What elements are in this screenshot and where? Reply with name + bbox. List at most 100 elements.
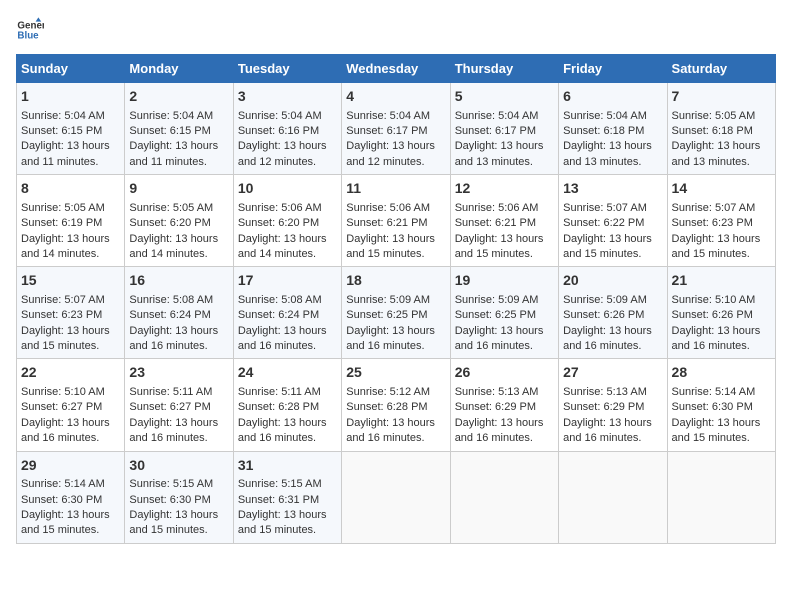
sunset-text: Sunset: 6:24 PM (238, 309, 319, 321)
day-number: 30 (129, 456, 228, 476)
calendar-table: SundayMondayTuesdayWednesdayThursdayFrid… (16, 54, 776, 544)
header-cell-thursday: Thursday (450, 55, 558, 83)
calendar-cell: 29 Sunrise: 5:14 AM Sunset: 6:30 PM Dayl… (17, 451, 125, 543)
sunrise-text: Sunrise: 5:07 AM (21, 294, 105, 306)
sunset-text: Sunset: 6:22 PM (563, 217, 644, 229)
sunset-text: Sunset: 6:25 PM (455, 309, 536, 321)
day-number: 19 (455, 271, 554, 291)
calendar-cell (342, 451, 450, 543)
calendar-cell: 15 Sunrise: 5:07 AM Sunset: 6:23 PM Dayl… (17, 267, 125, 359)
sunset-text: Sunset: 6:20 PM (238, 217, 319, 229)
sunset-text: Sunset: 6:28 PM (346, 401, 427, 413)
daylight-text: Daylight: 13 hoursand 15 minutes. (238, 509, 327, 536)
calendar-cell: 26 Sunrise: 5:13 AM Sunset: 6:29 PM Dayl… (450, 359, 558, 451)
sunrise-text: Sunrise: 5:05 AM (672, 110, 756, 122)
day-number: 25 (346, 363, 445, 383)
day-number: 17 (238, 271, 337, 291)
sunset-text: Sunset: 6:26 PM (563, 309, 644, 321)
sunrise-text: Sunrise: 5:06 AM (455, 202, 539, 214)
sunset-text: Sunset: 6:25 PM (346, 309, 427, 321)
calendar-cell: 24 Sunrise: 5:11 AM Sunset: 6:28 PM Dayl… (233, 359, 341, 451)
sunrise-text: Sunrise: 5:04 AM (346, 110, 430, 122)
daylight-text: Daylight: 13 hoursand 11 minutes. (129, 140, 218, 167)
logo: General Blue (16, 16, 44, 44)
daylight-text: Daylight: 13 hoursand 16 minutes. (129, 325, 218, 352)
daylight-text: Daylight: 13 hoursand 15 minutes. (21, 509, 110, 536)
day-number: 27 (563, 363, 662, 383)
daylight-text: Daylight: 13 hoursand 12 minutes. (346, 140, 435, 167)
calendar-cell: 4 Sunrise: 5:04 AM Sunset: 6:17 PM Dayli… (342, 83, 450, 175)
day-number: 23 (129, 363, 228, 383)
day-number: 2 (129, 87, 228, 107)
sunset-text: Sunset: 6:18 PM (672, 125, 753, 137)
sunrise-text: Sunrise: 5:09 AM (563, 294, 647, 306)
page-header: General Blue (16, 16, 776, 44)
calendar-cell: 17 Sunrise: 5:08 AM Sunset: 6:24 PM Dayl… (233, 267, 341, 359)
sunrise-text: Sunrise: 5:15 AM (238, 478, 322, 490)
sunset-text: Sunset: 6:15 PM (129, 125, 210, 137)
calendar-cell: 5 Sunrise: 5:04 AM Sunset: 6:17 PM Dayli… (450, 83, 558, 175)
daylight-text: Daylight: 13 hoursand 16 minutes. (455, 325, 544, 352)
calendar-cell: 27 Sunrise: 5:13 AM Sunset: 6:29 PM Dayl… (559, 359, 667, 451)
day-number: 29 (21, 456, 120, 476)
sunset-text: Sunset: 6:21 PM (455, 217, 536, 229)
calendar-week-row: 15 Sunrise: 5:07 AM Sunset: 6:23 PM Dayl… (17, 267, 776, 359)
sunset-text: Sunset: 6:23 PM (672, 217, 753, 229)
sunset-text: Sunset: 6:27 PM (21, 401, 102, 413)
day-number: 26 (455, 363, 554, 383)
sunrise-text: Sunrise: 5:08 AM (129, 294, 213, 306)
sunset-text: Sunset: 6:31 PM (238, 494, 319, 506)
calendar-cell: 6 Sunrise: 5:04 AM Sunset: 6:18 PM Dayli… (559, 83, 667, 175)
daylight-text: Daylight: 13 hoursand 13 minutes. (563, 140, 652, 167)
daylight-text: Daylight: 13 hoursand 16 minutes. (129, 417, 218, 444)
sunrise-text: Sunrise: 5:06 AM (346, 202, 430, 214)
daylight-text: Daylight: 13 hoursand 15 minutes. (455, 233, 544, 260)
daylight-text: Daylight: 13 hoursand 16 minutes. (563, 325, 652, 352)
day-number: 10 (238, 179, 337, 199)
daylight-text: Daylight: 13 hoursand 15 minutes. (21, 325, 110, 352)
day-number: 12 (455, 179, 554, 199)
daylight-text: Daylight: 13 hoursand 14 minutes. (238, 233, 327, 260)
calendar-cell: 31 Sunrise: 5:15 AM Sunset: 6:31 PM Dayl… (233, 451, 341, 543)
daylight-text: Daylight: 13 hoursand 13 minutes. (672, 140, 761, 167)
sunrise-text: Sunrise: 5:07 AM (672, 202, 756, 214)
day-number: 18 (346, 271, 445, 291)
daylight-text: Daylight: 13 hoursand 16 minutes. (238, 417, 327, 444)
sunrise-text: Sunrise: 5:09 AM (346, 294, 430, 306)
calendar-cell: 14 Sunrise: 5:07 AM Sunset: 6:23 PM Dayl… (667, 175, 775, 267)
header-cell-saturday: Saturday (667, 55, 775, 83)
sunrise-text: Sunrise: 5:14 AM (672, 386, 756, 398)
sunrise-text: Sunrise: 5:07 AM (563, 202, 647, 214)
day-number: 20 (563, 271, 662, 291)
sunrise-text: Sunrise: 5:05 AM (129, 202, 213, 214)
day-number: 5 (455, 87, 554, 107)
daylight-text: Daylight: 13 hoursand 16 minutes. (21, 417, 110, 444)
header-cell-monday: Monday (125, 55, 233, 83)
sunrise-text: Sunrise: 5:12 AM (346, 386, 430, 398)
day-number: 28 (672, 363, 771, 383)
day-number: 14 (672, 179, 771, 199)
calendar-week-row: 8 Sunrise: 5:05 AM Sunset: 6:19 PM Dayli… (17, 175, 776, 267)
svg-text:Blue: Blue (17, 30, 39, 41)
sunset-text: Sunset: 6:16 PM (238, 125, 319, 137)
sunrise-text: Sunrise: 5:10 AM (672, 294, 756, 306)
calendar-cell: 3 Sunrise: 5:04 AM Sunset: 6:16 PM Dayli… (233, 83, 341, 175)
sunset-text: Sunset: 6:21 PM (346, 217, 427, 229)
calendar-cell: 12 Sunrise: 5:06 AM Sunset: 6:21 PM Dayl… (450, 175, 558, 267)
sunrise-text: Sunrise: 5:04 AM (238, 110, 322, 122)
daylight-text: Daylight: 13 hoursand 13 minutes. (455, 140, 544, 167)
sunset-text: Sunset: 6:17 PM (455, 125, 536, 137)
day-number: 31 (238, 456, 337, 476)
sunrise-text: Sunrise: 5:09 AM (455, 294, 539, 306)
calendar-cell (667, 451, 775, 543)
daylight-text: Daylight: 13 hoursand 14 minutes. (129, 233, 218, 260)
calendar-week-row: 22 Sunrise: 5:10 AM Sunset: 6:27 PM Dayl… (17, 359, 776, 451)
sunset-text: Sunset: 6:27 PM (129, 401, 210, 413)
day-number: 4 (346, 87, 445, 107)
sunset-text: Sunset: 6:18 PM (563, 125, 644, 137)
sunset-text: Sunset: 6:28 PM (238, 401, 319, 413)
sunset-text: Sunset: 6:29 PM (455, 401, 536, 413)
calendar-cell: 28 Sunrise: 5:14 AM Sunset: 6:30 PM Dayl… (667, 359, 775, 451)
daylight-text: Daylight: 13 hoursand 15 minutes. (346, 233, 435, 260)
sunrise-text: Sunrise: 5:06 AM (238, 202, 322, 214)
